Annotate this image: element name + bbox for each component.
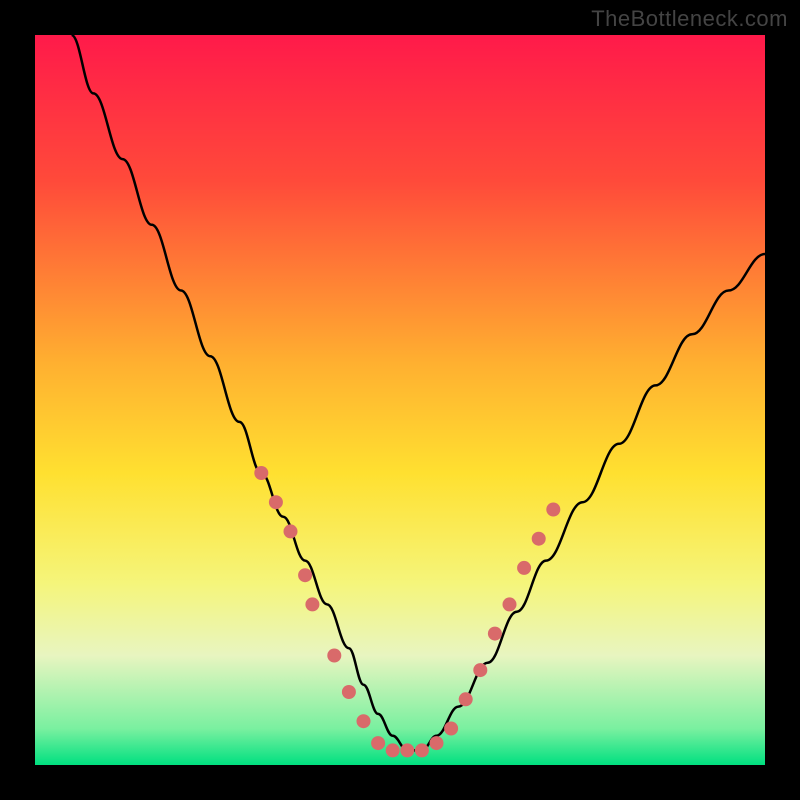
highlight-dot bbox=[459, 692, 473, 706]
highlight-dot bbox=[488, 627, 502, 641]
highlight-dot bbox=[371, 736, 385, 750]
highlight-dot bbox=[532, 532, 546, 546]
highlight-dot bbox=[517, 561, 531, 575]
highlight-dot bbox=[430, 736, 444, 750]
highlight-dot bbox=[503, 597, 517, 611]
watermark-text: TheBottleneck.com bbox=[591, 6, 788, 32]
highlight-dot bbox=[327, 649, 341, 663]
highlight-dot bbox=[298, 568, 312, 582]
highlight-dot bbox=[546, 503, 560, 517]
highlight-dot bbox=[473, 663, 487, 677]
highlight-dot bbox=[386, 743, 400, 757]
highlight-dot bbox=[254, 466, 268, 480]
highlight-dot bbox=[305, 597, 319, 611]
highlight-dot bbox=[284, 524, 298, 538]
highlight-dot bbox=[269, 495, 283, 509]
highlight-dot bbox=[400, 743, 414, 757]
highlight-dot bbox=[357, 714, 371, 728]
highlight-dot bbox=[444, 722, 458, 736]
highlight-dot bbox=[415, 743, 429, 757]
chart-svg bbox=[35, 35, 765, 765]
highlight-dot bbox=[342, 685, 356, 699]
chart-plot-area bbox=[35, 35, 765, 765]
chart-background bbox=[35, 35, 765, 765]
